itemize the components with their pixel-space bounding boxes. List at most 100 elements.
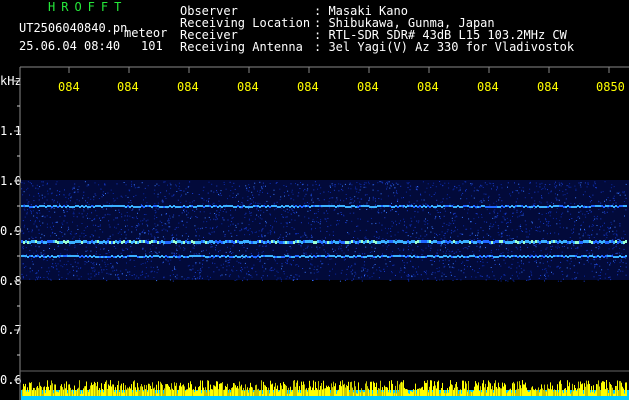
signal-line-segment xyxy=(197,241,199,244)
signal-line-segment xyxy=(395,255,397,257)
signal-line-segment xyxy=(355,206,357,208)
signal-line-segment xyxy=(257,240,259,243)
signal-line-segment xyxy=(475,241,477,244)
signal-line-segment xyxy=(317,240,319,243)
signal-line-segment xyxy=(539,206,541,208)
signal-line-segment xyxy=(495,256,497,258)
signal-line-segment xyxy=(245,255,247,257)
signal-line-segment xyxy=(197,205,199,207)
signal-line-segment xyxy=(381,255,383,257)
signal-line-segment xyxy=(497,256,499,258)
signal-line-segment xyxy=(309,206,311,208)
signal-line-segment xyxy=(363,205,365,207)
signal-line-segment xyxy=(137,241,139,244)
signal-line-segment xyxy=(399,240,401,243)
signal-line-segment xyxy=(419,205,421,207)
signal-line-segment xyxy=(109,205,111,207)
signal-line-segment xyxy=(353,205,355,207)
signal-line-segment xyxy=(257,205,259,207)
signal-line-segment xyxy=(139,256,141,258)
signal-line-segment xyxy=(73,255,75,257)
signal-line-segment xyxy=(609,240,611,243)
signal-line-segment xyxy=(587,206,589,208)
signal-line-segment xyxy=(121,205,123,207)
signal-line-segment xyxy=(351,205,353,207)
signal-line-segment xyxy=(191,255,193,257)
signal-line-segment xyxy=(295,240,297,243)
signal-line-segment xyxy=(537,205,539,207)
signal-line-segment xyxy=(483,205,485,207)
signal-line-segment xyxy=(467,256,469,258)
signal-line-segment xyxy=(61,255,63,257)
signal-line-segment xyxy=(145,205,147,207)
signal-line-segment xyxy=(71,255,73,257)
signal-line-segment xyxy=(463,240,465,243)
signal-line-segment xyxy=(567,241,569,244)
signal-line-segment xyxy=(365,256,367,258)
signal-line-segment xyxy=(177,240,179,243)
signal-line-segment xyxy=(623,241,625,244)
signal-line-segment xyxy=(443,240,445,243)
signal-line-segment xyxy=(539,255,541,257)
signal-line-segment xyxy=(329,205,331,207)
signal-line-segment xyxy=(93,241,95,244)
signal-line-segment xyxy=(527,255,529,257)
signal-line-segment xyxy=(395,241,397,244)
signal-line-segment xyxy=(101,241,103,244)
signal-line-segment xyxy=(223,255,225,257)
signal-line-segment xyxy=(115,205,117,207)
signal-line-segment xyxy=(289,241,291,244)
signal-line-segment xyxy=(413,206,415,208)
signal-line-segment xyxy=(535,206,537,208)
signal-line-segment xyxy=(29,241,31,244)
signal-line-segment xyxy=(367,255,369,257)
signal-line-segment xyxy=(611,205,613,207)
signal-line-segment xyxy=(521,205,523,207)
signal-line-segment xyxy=(79,206,81,208)
signal-line-segment xyxy=(161,206,163,208)
signal-line-segment xyxy=(79,240,81,243)
signal-line-segment xyxy=(465,256,467,258)
signal-line-segment xyxy=(61,241,63,244)
signal-line-segment xyxy=(487,240,489,243)
signal-line-segment xyxy=(131,241,133,244)
signal-line-segment xyxy=(45,256,47,258)
signal-line-segment xyxy=(431,255,433,257)
signal-line-segment xyxy=(415,205,417,207)
signal-line-segment xyxy=(371,240,373,243)
signal-line-segment xyxy=(143,240,145,243)
signal-line-segment xyxy=(475,206,477,208)
signal-line-segment xyxy=(233,241,235,244)
signal-line-segment xyxy=(261,255,263,257)
signal-line-segment xyxy=(399,255,401,257)
signal-line-segment xyxy=(505,205,507,207)
signal-line-segment xyxy=(25,205,27,207)
signal-line-segment xyxy=(83,240,85,243)
signal-line-segment xyxy=(249,256,251,258)
signal-line-segment xyxy=(461,206,463,208)
signal-line-segment xyxy=(199,205,201,207)
signal-line-segment xyxy=(463,205,465,207)
signal-line-segment xyxy=(623,205,625,207)
signal-line-segment xyxy=(195,241,197,244)
signal-line-segment xyxy=(405,256,407,258)
signal-line-segment xyxy=(459,256,461,258)
signal-line-segment xyxy=(421,206,423,208)
signal-line-segment xyxy=(601,241,603,244)
signal-line-segment xyxy=(247,240,249,243)
signal-line-segment xyxy=(113,205,115,207)
signal-line-segment xyxy=(69,255,71,257)
signal-line-segment xyxy=(183,205,185,207)
signal-line-segment xyxy=(187,256,189,258)
signal-line-segment xyxy=(449,255,451,257)
signal-line-segment xyxy=(127,205,129,207)
signal-line-segment xyxy=(457,241,459,244)
signal-line-segment xyxy=(205,241,207,244)
signal-line-segment xyxy=(283,241,285,244)
signal-line-segment xyxy=(35,240,37,243)
signal-line-segment xyxy=(149,255,151,257)
signal-line-segment xyxy=(367,205,369,207)
signal-line-segment xyxy=(615,240,617,243)
signal-line-segment xyxy=(325,241,327,244)
signal-line-segment xyxy=(617,206,619,208)
